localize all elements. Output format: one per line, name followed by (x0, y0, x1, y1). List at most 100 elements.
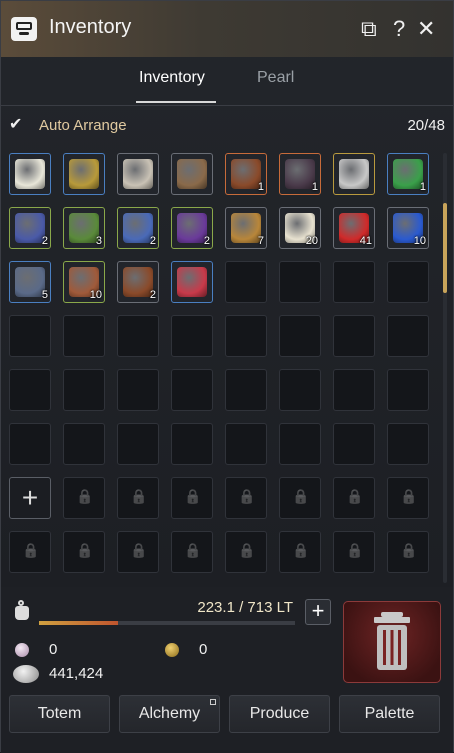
auto-arrange-row: ✔ Auto Arrange 20/48 (9, 115, 449, 137)
title-bar[interactable]: Inventory ⧉ ? ✕ (1, 1, 453, 57)
close-icon[interactable]: ✕ (417, 15, 435, 43)
inventory-icon (11, 17, 37, 41)
inventory-slot-empty[interactable] (63, 315, 105, 357)
totem-button[interactable]: Totem (9, 695, 110, 733)
inventory-slot-soup[interactable]: 7 (225, 207, 267, 249)
inventory-slot-empty[interactable] (9, 423, 51, 465)
inventory-slot-empty[interactable] (63, 369, 105, 411)
inventory-slot-empty[interactable] (117, 423, 159, 465)
item-quantity: 41 (359, 235, 372, 247)
tab-bar: Inventory Pearl (1, 57, 453, 105)
inventory-slot-empty[interactable] (279, 423, 321, 465)
inventory-slot-empty[interactable] (333, 423, 375, 465)
inventory-slot-locked[interactable] (225, 531, 267, 573)
inventory-slot-milk[interactable]: 20 (279, 207, 321, 249)
inventory-slot-empty[interactable] (63, 423, 105, 465)
auto-arrange-label[interactable]: Auto Arrange (39, 117, 127, 134)
inventory-slot-empty[interactable] (279, 315, 321, 357)
inventory-slot-potion-blue[interactable]: 2 (9, 207, 51, 249)
inventory-slot-firecracker[interactable] (171, 261, 213, 303)
inventory-slot-empty[interactable] (225, 261, 267, 303)
item-quantity: 1 (419, 181, 426, 193)
inventory-slot-locked[interactable] (279, 531, 321, 573)
inventory-slot-locked[interactable] (333, 477, 375, 519)
inventory-slot-log[interactable]: 2 (117, 261, 159, 303)
inventory-slot-locked[interactable] (279, 477, 321, 519)
inventory-slot-empty[interactable] (225, 423, 267, 465)
inventory-slot-empty[interactable] (225, 369, 267, 411)
inventory-slot-empty[interactable] (117, 369, 159, 411)
inventory-slot-empty[interactable] (9, 315, 51, 357)
inventory-slot-empty[interactable] (333, 315, 375, 357)
inventory-slot-empty[interactable] (171, 315, 213, 357)
item-quantity: 2 (41, 235, 48, 247)
popout-icon[interactable]: ⧉ (361, 15, 377, 43)
inventory-slot-empty[interactable] (225, 315, 267, 357)
tab-pearl[interactable]: Pearl (257, 69, 294, 87)
inventory-slot-locked[interactable] (63, 477, 105, 519)
inventory-slot-empty[interactable] (117, 315, 159, 357)
trash-icon (374, 612, 410, 670)
inventory-slot-locked[interactable] (171, 477, 213, 519)
chest-icon (15, 267, 45, 297)
inventory-slot-bowl[interactable]: 10 (63, 261, 105, 303)
inventory-slot-potion-green[interactable]: 3 (63, 207, 105, 249)
inventory-slot-locked[interactable] (63, 531, 105, 573)
inventory-slot-book-dark[interactable]: 1 (279, 153, 321, 195)
inventory-slot-empty[interactable] (279, 369, 321, 411)
soup-icon (231, 213, 261, 243)
inventory-slot-locked[interactable] (9, 531, 51, 573)
inventory-slot-empty[interactable] (387, 423, 429, 465)
silver-tree-icon (339, 159, 369, 189)
inventory-slot-potion-blue[interactable]: 2 (117, 207, 159, 249)
palette-button[interactable]: Palette (339, 695, 440, 733)
add-slot-button[interactable]: + (9, 477, 51, 519)
scrollbar-thumb[interactable] (443, 203, 447, 293)
inventory-slot-cleaver[interactable] (117, 153, 159, 195)
inventory-slot-empty[interactable] (9, 369, 51, 411)
inventory-slot-wreath[interactable] (9, 153, 51, 195)
inventory-slot-empty[interactable] (171, 369, 213, 411)
inventory-slot-potion-purple[interactable]: 2 (171, 207, 213, 249)
inventory-slot-empty[interactable] (171, 423, 213, 465)
item-quantity: 10 (89, 289, 102, 301)
inventory-slot-silver-tree[interactable] (333, 153, 375, 195)
expand-weight-button[interactable]: + (305, 599, 331, 625)
inventory-slot-chest[interactable]: 5 (9, 261, 51, 303)
scrollbar[interactable] (443, 153, 447, 583)
inventory-slot-empty[interactable] (279, 261, 321, 303)
pearl-amount: 0 (49, 641, 58, 658)
book-dark-icon (285, 159, 315, 189)
inventory-slot-empty[interactable] (387, 369, 429, 411)
horn-icon (69, 159, 99, 189)
inventory-slot-staff[interactable] (171, 153, 213, 195)
inventory-slot-locked[interactable] (117, 531, 159, 573)
help-icon[interactable]: ? (393, 15, 405, 43)
inventory-slot-empty[interactable] (333, 369, 375, 411)
firecracker-icon (177, 267, 207, 297)
auto-arrange-checkbox[interactable]: ✔ (9, 117, 25, 133)
inventory-slot-locked[interactable] (387, 477, 429, 519)
inventory-slot-mp-potion[interactable]: 10 (387, 207, 429, 249)
inventory-slot-empty[interactable] (333, 261, 375, 303)
inventory-slot-locked[interactable] (171, 531, 213, 573)
inventory-slot-empty[interactable] (387, 315, 429, 357)
inventory-slot-locked[interactable] (387, 531, 429, 573)
inventory-slot-locked[interactable] (117, 477, 159, 519)
inventory-slot-locked[interactable] (225, 477, 267, 519)
item-quantity: 2 (149, 289, 156, 301)
inventory-slot-empty[interactable] (387, 261, 429, 303)
produce-button[interactable]: Produce (229, 695, 330, 733)
inventory-slot-hp-potion[interactable]: 41 (333, 207, 375, 249)
alchemy-button[interactable]: Alchemy (119, 695, 220, 733)
clover-icon (393, 159, 423, 189)
inventory-slot-horn[interactable] (63, 153, 105, 195)
inventory-slot-locked[interactable] (333, 531, 375, 573)
item-quantity: 1 (311, 181, 318, 193)
tab-inventory[interactable]: Inventory (139, 69, 205, 87)
inventory-slot-clover[interactable]: 1 (387, 153, 429, 195)
inventory-slot-book-red[interactable]: 1 (225, 153, 267, 195)
trash-button[interactable] (343, 601, 441, 683)
silver-amount: 441,424 (49, 665, 104, 682)
pearl-icon (15, 643, 29, 657)
